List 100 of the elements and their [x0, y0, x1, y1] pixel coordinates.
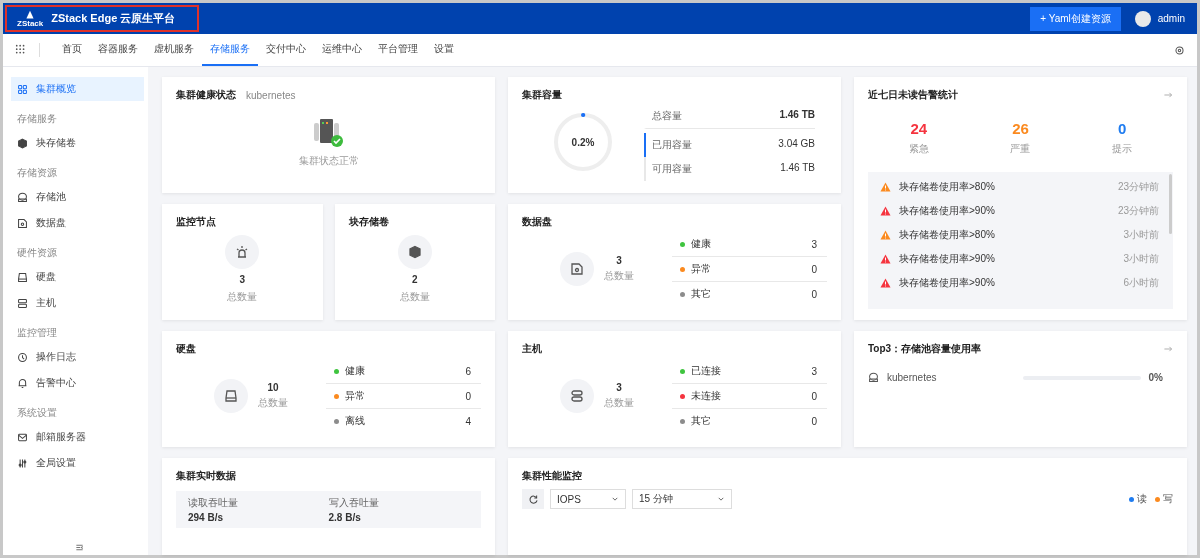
total-count: 2	[411, 273, 418, 285]
server-icon	[17, 297, 28, 309]
alarm-icon	[235, 244, 250, 259]
card-title: 集群实时数据	[176, 469, 237, 483]
refresh-button[interactable]	[522, 489, 544, 509]
sidebar-item[interactable]: 硬盘	[11, 265, 144, 289]
sidebar-item[interactable]: 全局设置	[11, 451, 144, 475]
sidebar-item[interactable]: 主机	[11, 291, 144, 315]
card-title: 硬盘	[176, 342, 197, 356]
capacity-label: 总容量	[652, 108, 682, 123]
sidebar-item[interactable]: 操作日志	[11, 345, 144, 369]
sidebar-item[interactable]: 邮箱服务器	[11, 425, 144, 449]
create-resource-button[interactable]: + Yaml创建资源	[1030, 6, 1121, 31]
healthy-server-icon	[311, 116, 346, 149]
total-count: 3	[616, 255, 622, 266]
database-icon	[868, 372, 879, 383]
bell-icon	[17, 377, 28, 389]
alert-text[interactable]: 块存储卷使用率>90%	[899, 276, 995, 290]
status-count: 0	[811, 415, 817, 427]
status-count: 4	[465, 415, 471, 427]
sidebar-item[interactable]: 集群概览	[11, 77, 144, 101]
nav-tab[interactable]: 运维中心	[314, 34, 370, 66]
server-icon	[570, 389, 584, 403]
status-count: 0	[811, 390, 817, 402]
capacity-label: 可用容量	[652, 161, 692, 176]
count-label: 总数量	[604, 269, 634, 283]
arrow-right-icon	[1163, 90, 1173, 100]
card-title: Top3：存储池容量使用率	[868, 342, 982, 356]
drive-icon	[224, 389, 238, 403]
status-count: 3	[811, 238, 817, 250]
alert-count: 26	[1012, 120, 1029, 137]
capacity-value: 1.46 TB	[780, 161, 815, 175]
alert-count: 24	[910, 120, 928, 137]
status-label: 其它	[691, 414, 711, 428]
card-title: 主机	[522, 342, 543, 356]
card-title: 集群健康状态	[176, 88, 236, 102]
nav-tab[interactable]: 容器服务	[90, 34, 146, 66]
apps-menu-icon	[15, 44, 27, 56]
status-count: 3	[811, 365, 817, 377]
status-label: 已连接	[691, 364, 721, 378]
sidebar-item[interactable]: 数据盘	[11, 211, 144, 235]
count-label: 总数量	[258, 396, 288, 410]
total-count: 10	[267, 382, 279, 393]
metric-select[interactable]: IOPS	[550, 489, 626, 509]
avatar[interactable]	[1134, 10, 1151, 27]
nav-tab[interactable]: 设置	[426, 34, 462, 66]
status-label: 健康	[691, 237, 711, 251]
status-label: 异常	[345, 389, 365, 403]
alert-text[interactable]: 块存储卷使用率>90%	[899, 204, 995, 218]
section-heading: 监控管理	[16, 326, 58, 340]
card-title: 数据盘	[522, 215, 553, 229]
severity-label: 提示	[1112, 142, 1133, 156]
nav-tab[interactable]: 首页	[54, 34, 90, 66]
cube-icon	[17, 137, 28, 149]
nav-tab[interactable]: 虚机服务	[146, 34, 202, 66]
alert-time: 6小时前	[1123, 276, 1159, 290]
chevron-down-icon	[611, 495, 619, 503]
status-count: 6	[465, 365, 471, 377]
section-heading: 存储服务	[16, 112, 58, 126]
card-title: 集群容量	[522, 88, 563, 102]
severity-label: 严重	[1010, 142, 1031, 156]
sidebar-item[interactable]: 存储池	[11, 185, 144, 209]
alert-time: 3小时前	[1123, 228, 1159, 242]
sidebar-item[interactable]: 告警中心	[11, 371, 144, 395]
time-range-select[interactable]: 15 分钟	[632, 489, 732, 509]
sliders-icon	[17, 457, 28, 469]
logo-icon	[24, 9, 37, 20]
alert-time: 3小时前	[1123, 252, 1159, 266]
column-header: 写入吞吐量	[328, 496, 380, 510]
status-label: 健康	[345, 364, 365, 378]
nav-tab[interactable]: 存储服务	[202, 34, 258, 66]
section-heading: 系统设置	[16, 406, 58, 420]
count-label: 总数量	[604, 396, 634, 410]
grid-icon	[17, 83, 28, 95]
alert-text[interactable]: 块存储卷使用率>90%	[899, 252, 995, 266]
nav-tab[interactable]: 交付中心	[258, 34, 314, 66]
count-label: 总数量	[399, 289, 430, 304]
drive-icon	[17, 271, 28, 283]
pool-name: kubernetes	[887, 372, 937, 383]
capacity-value: 3.04 GB	[778, 137, 815, 151]
status-label: 离线	[345, 414, 365, 428]
nav-tab[interactable]: 平台管理	[370, 34, 426, 66]
throughput-value: 294 B/s	[188, 512, 225, 523]
capacity-label: 已用容量	[652, 137, 692, 152]
app-title: ZStack Edge 云原生平台	[51, 11, 176, 26]
status-count: 0	[811, 288, 817, 300]
legend-label: 写	[1163, 492, 1173, 506]
throughput-value: 2.8 B/s	[328, 512, 362, 523]
legend-label: 读	[1137, 492, 1147, 506]
collapse-icon	[74, 542, 85, 553]
section-heading: 硬件资源	[16, 246, 58, 260]
column-header: 读取吞吐量	[188, 496, 239, 510]
alert-time: 23分钟前	[1117, 180, 1159, 194]
card-title: 监控节点	[176, 215, 217, 229]
alert-text[interactable]: 块存储卷使用率>80%	[899, 228, 995, 242]
user-name[interactable]: admin	[1157, 13, 1185, 24]
cube-icon	[407, 244, 422, 259]
alert-text[interactable]: 块存储卷使用率>80%	[899, 180, 995, 194]
sidebar-item[interactable]: 块存储卷	[11, 131, 144, 155]
alert-time: 23分钟前	[1117, 204, 1159, 218]
